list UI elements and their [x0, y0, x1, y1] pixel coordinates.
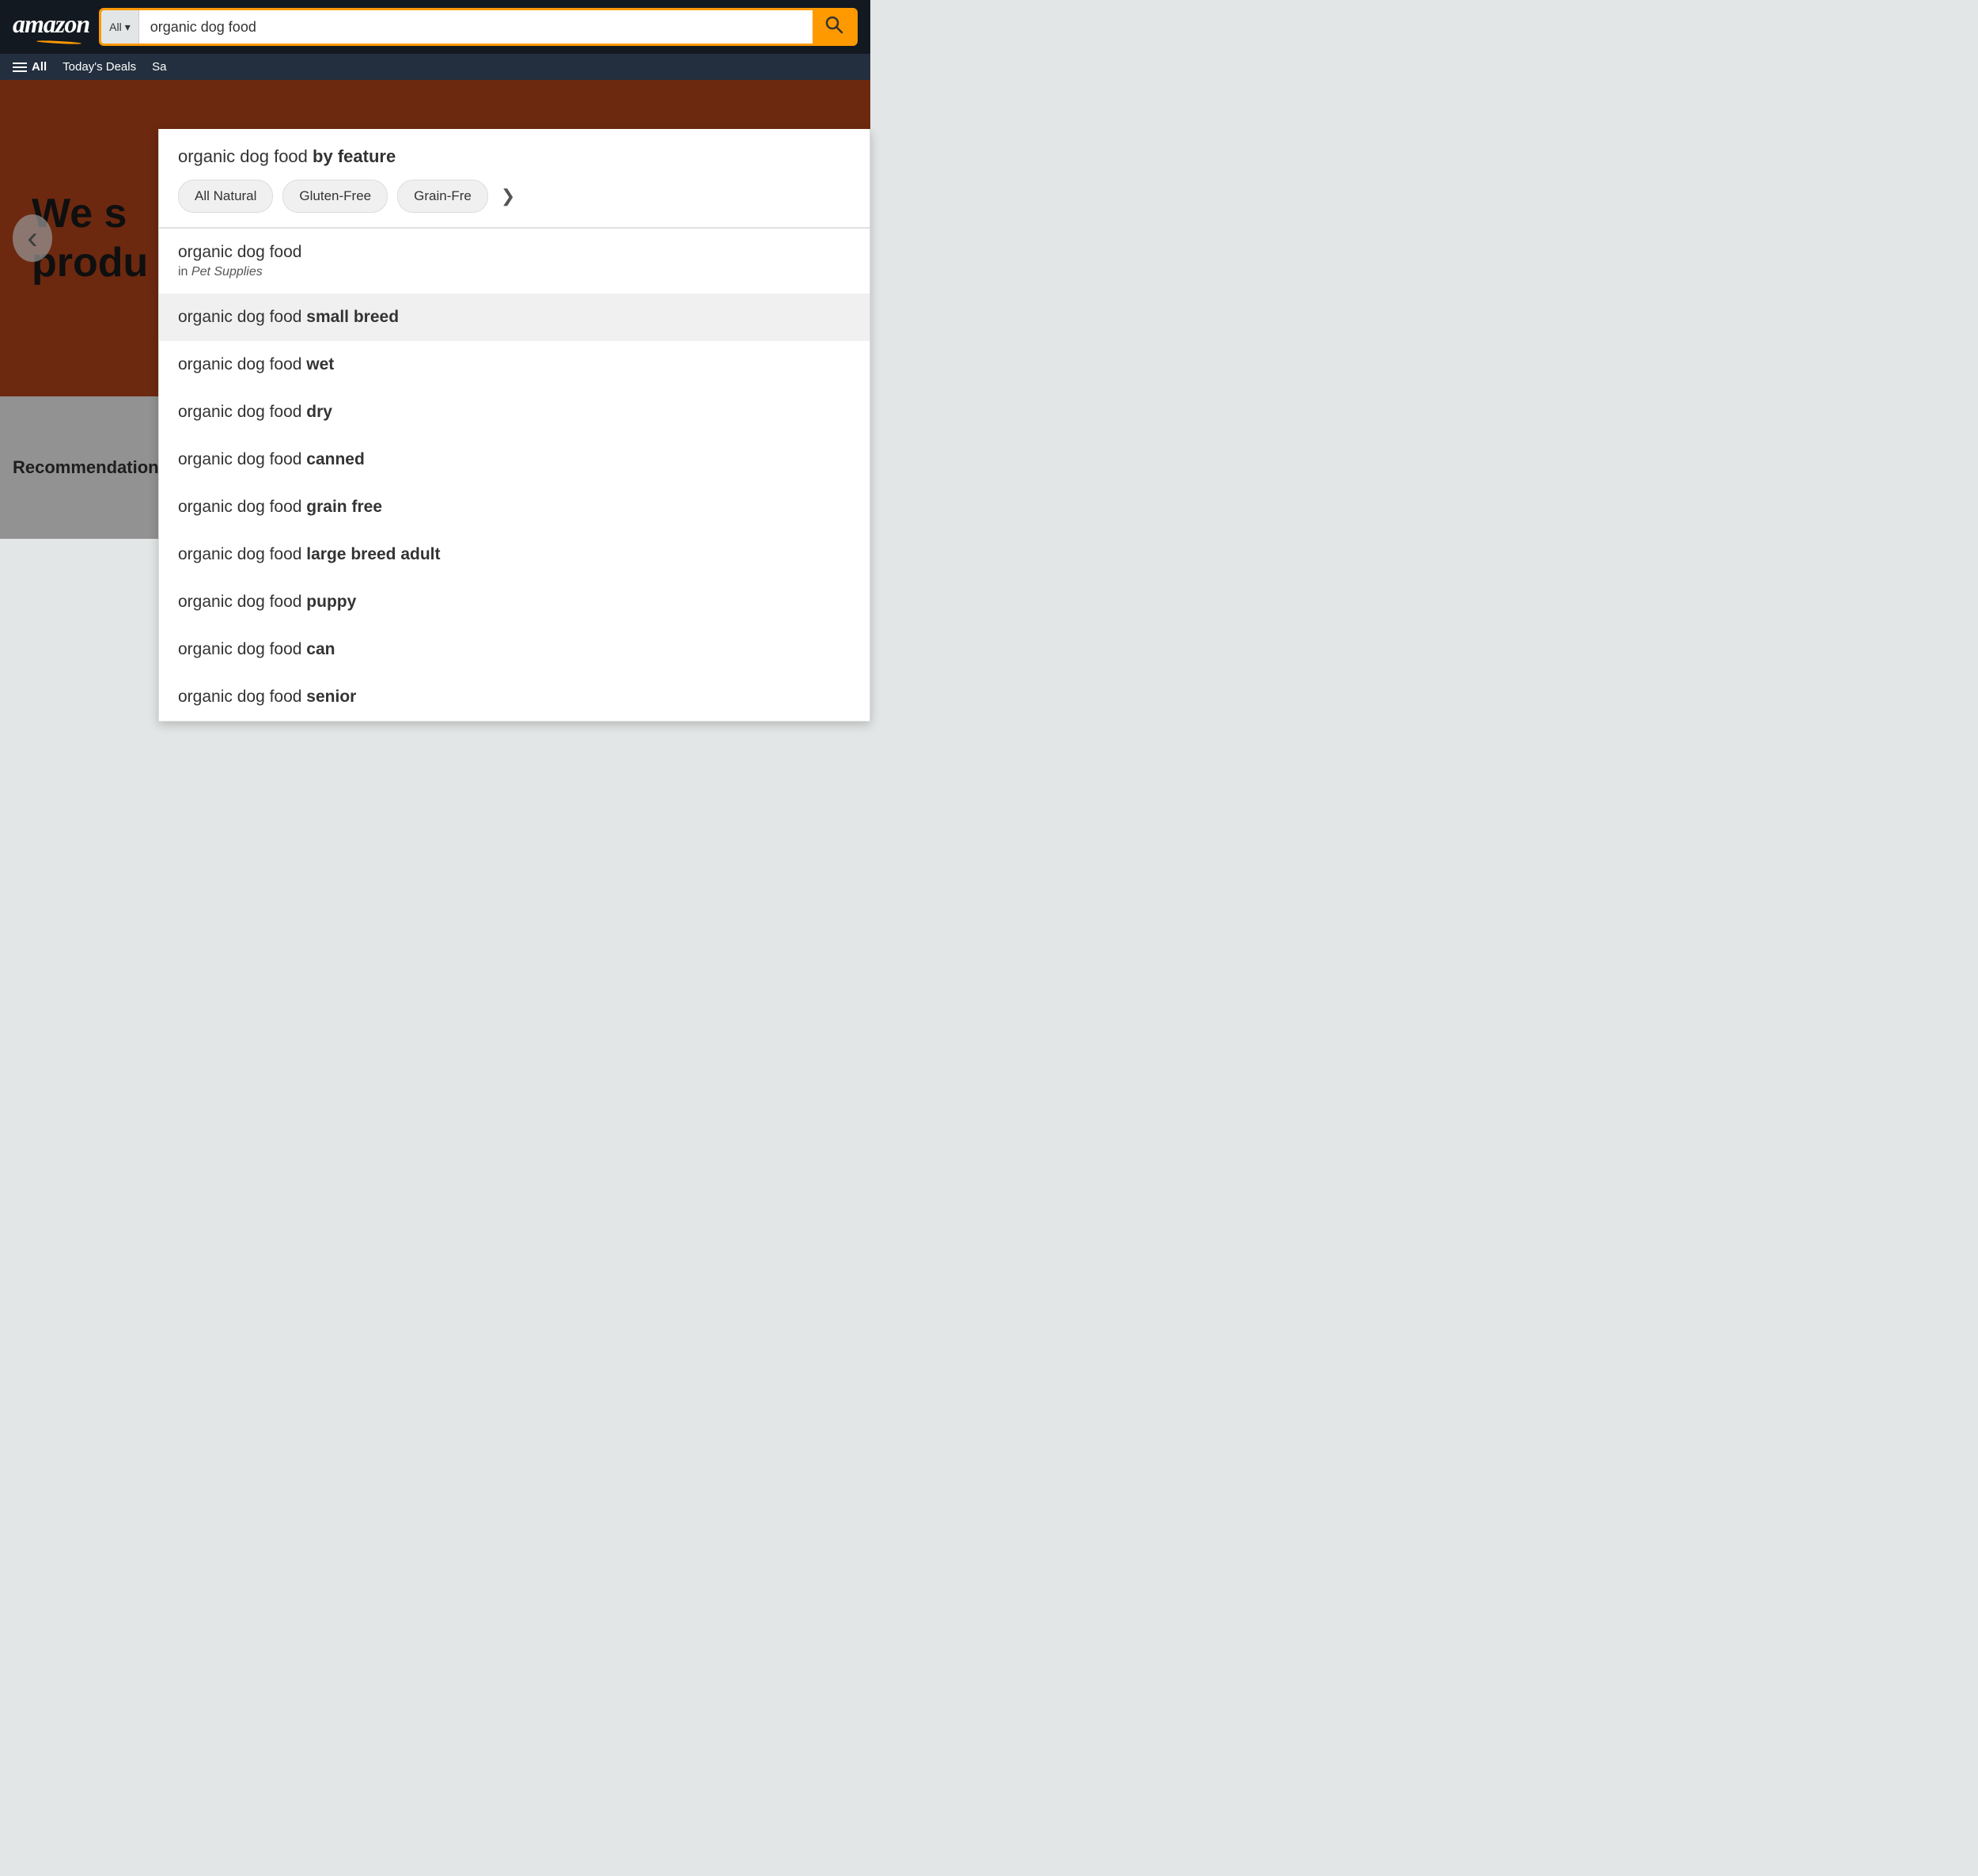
category-label: All	[109, 21, 122, 33]
feature-title: organic dog food by feature	[178, 146, 851, 167]
suggestion-canned[interactable]: organic dog food canned	[159, 436, 870, 483]
search-bar: All ▾	[99, 8, 858, 46]
category-arrow-icon: ▾	[125, 21, 131, 34]
suggestion-can[interactable]: organic dog food can	[159, 626, 870, 673]
feature-section: organic dog food by feature All Natural …	[159, 129, 870, 228]
search-dropdown: organic dog food by feature All Natural …	[158, 129, 870, 722]
suggestion-puppy[interactable]: organic dog food puppy	[159, 578, 870, 626]
suggestion-senior[interactable]: organic dog food senior	[159, 673, 870, 721]
suggestion-sub-pet-supplies: in Pet Supplies	[178, 265, 851, 279]
hero-prev-button[interactable]: ‹	[13, 214, 52, 262]
nav-all-label: All	[32, 60, 47, 74]
tag-grain-free[interactable]: Grain-Fre	[397, 180, 488, 213]
nav-bar: All Today's Deals Sa	[0, 54, 870, 80]
tag-all-natural[interactable]: All Natural	[178, 180, 273, 213]
suggestion-organic-dog-food[interactable]: organic dog food in Pet Supplies	[159, 229, 870, 294]
main-content: ‹ We s produ Recommendations for yo amaz…	[0, 80, 870, 539]
tag-gluten-free[interactable]: Gluten-Free	[282, 180, 388, 213]
search-category-dropdown[interactable]: All ▾	[101, 10, 139, 44]
search-icon	[824, 15, 843, 39]
header: amazon All ▾	[0, 0, 870, 54]
suggestion-grain-free[interactable]: organic dog food grain free	[159, 483, 870, 531]
suggestion-dry[interactable]: organic dog food dry	[159, 388, 870, 436]
suggestion-small-breed[interactable]: organic dog food small breed	[159, 294, 870, 341]
amazon-logo: amazon	[13, 9, 89, 45]
feature-tags: All Natural Gluten-Free Grain-Fre ❯	[178, 180, 851, 213]
nav-all-button[interactable]: All	[13, 60, 47, 74]
hamburger-icon	[13, 63, 27, 72]
tags-more-arrow[interactable]: ❯	[501, 186, 515, 207]
nav-todays-deals[interactable]: Today's Deals	[63, 60, 136, 74]
suggestion-large-breed-adult[interactable]: organic dog food large breed adult	[159, 531, 870, 578]
search-input[interactable]	[139, 10, 813, 44]
search-button[interactable]	[813, 10, 855, 44]
nav-sale[interactable]: Sa	[152, 60, 166, 74]
suggestion-wet[interactable]: organic dog food wet	[159, 341, 870, 388]
